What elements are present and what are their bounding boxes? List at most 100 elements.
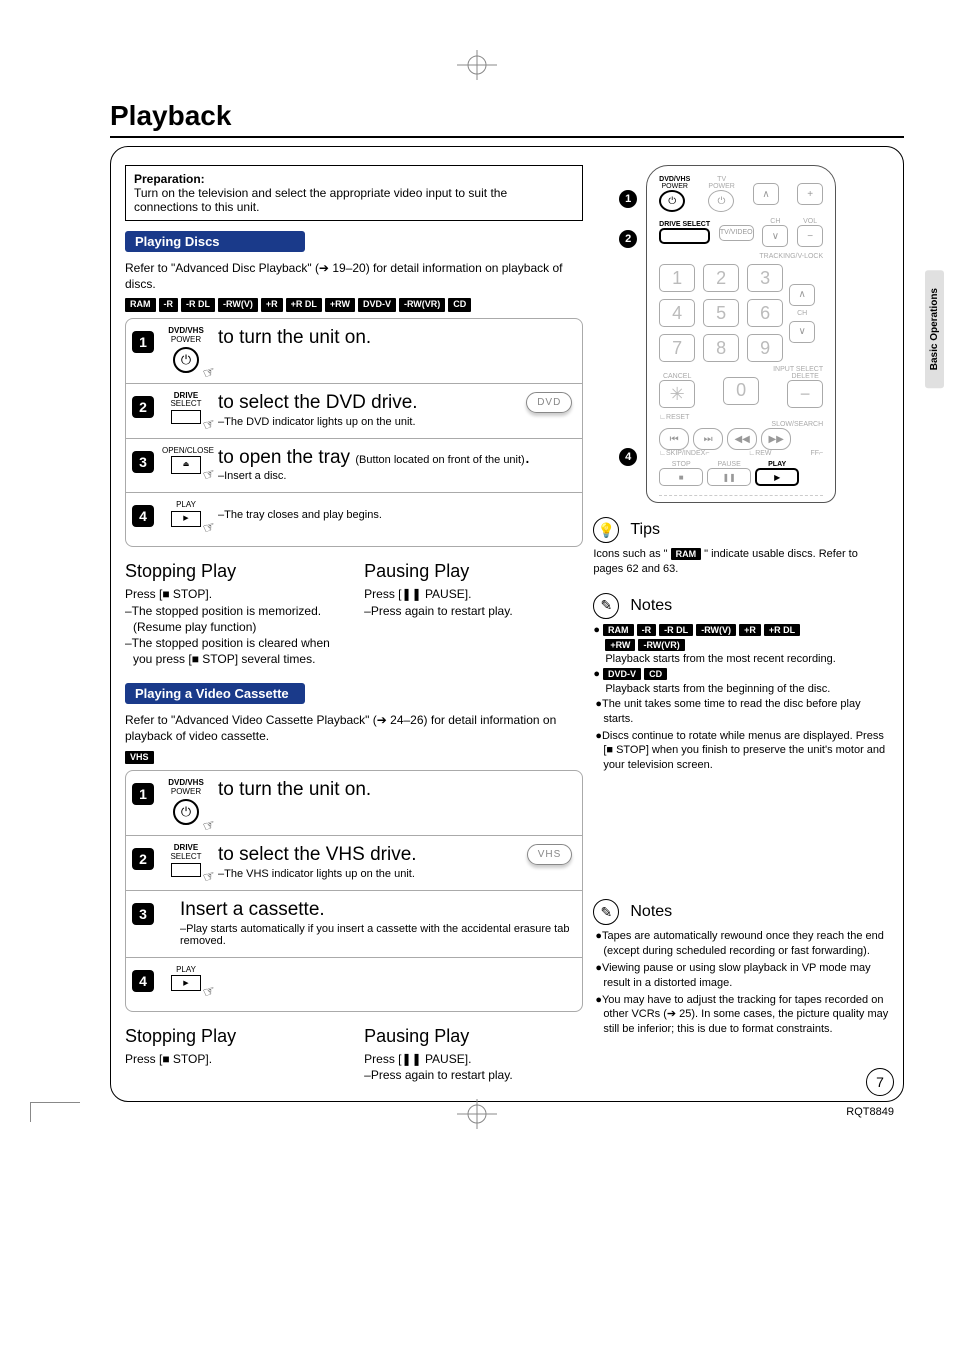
pencil-icon: ✎ [593,899,619,925]
remote-skip-back: ⏮ [659,428,689,450]
step-note-text: –The VHS indicator lights up on the unit… [218,868,519,880]
page-number: 7 [866,1068,894,1096]
step-action-text: to select the DVD drive. [218,392,518,414]
step-action-text: to turn the unit on. [218,327,572,349]
step-action-text: Insert a cassette. [180,899,572,921]
remote-num-3: 3 [747,264,783,292]
side-tab-basic-operations: Basic Operations [925,270,944,388]
chip-ram: RAM [125,298,156,312]
vhs-stopping-play: Stopping Play Press [■ STOP]. [125,1026,344,1083]
step-action-text: to turn the unit on. [218,779,572,801]
step-number-icon: 2 [132,848,154,870]
chip-dvd-v: DVD-V [358,298,396,312]
remote-num-5: 5 [703,299,739,327]
notes-section-1: ✎ Notes ● RAM -R -R DL -RW(V) +R +R DL +… [593,593,889,773]
remote-num-7: 7 [659,334,695,362]
remote-track-down: ∨ [789,321,815,343]
play-button-icon: PLAY ▶ ☞ [162,501,210,527]
remote-pause-button: ❚❚ [707,468,751,486]
preparation-heading: Preparation: [134,172,205,186]
crop-mark-icon [30,1102,80,1122]
disc-format-chips: RAM -R -R DL -RW(V) +R +R DL +RW DVD-V -… [125,298,583,312]
finger-press-icon: ☞ [201,816,218,835]
remote-num-4: 4 [659,299,695,327]
remote-num-8: 8 [703,334,739,362]
vhs-step-3: 3 Insert a cassette. –Play starts automa… [125,891,583,958]
step-note-text: –Play starts automatically if you insert… [180,923,572,947]
power-glyph-icon: ⏻ [173,347,199,373]
step-number-icon: 3 [132,451,154,473]
step-action-text: to select the VHS drive. [218,844,519,866]
preparation-text: Turn on the television and select the ap… [134,186,574,214]
step-number-icon: 3 [132,903,154,925]
remote-track-up: ∧ [789,284,815,306]
step-number-icon: 4 [132,505,154,527]
vhs-step-2: 2 DRIVE SELECT ☞ to select the VHS drive… [125,836,583,891]
vhs-step-4: 4 PLAY ▶ ☞ [125,958,583,1012]
pencil-icon: ✎ [593,593,619,619]
finger-press-icon: ☞ [201,518,218,537]
section-playing-cassette: Playing a Video Cassette [125,683,305,704]
remote-skip-fwd: ⏭ [693,428,723,450]
remote-num-6: 6 [747,299,783,327]
remote-cancel-button: ✳ [659,380,695,408]
discs-intro: Refer to "Advanced Disc Playback" (➔ 19–… [125,260,583,292]
chip-vhs: VHS [125,751,154,765]
step-action-text: to open the tray (Button located on fron… [218,447,572,469]
play-glyph-icon: ▶ [171,511,201,527]
vhs-format-chips: VHS [125,751,583,765]
remote-callout-4: 4 [619,448,637,466]
drive-select-button-icon [171,863,201,877]
remote-vol-down-button: − [797,225,823,247]
drive-select-button-icon [171,410,201,424]
remote-vol-up-button: + [797,183,823,205]
remote-ch-up-button: ∧ [753,183,779,205]
remote-drive-select-button [659,228,710,244]
vhs-pausing-play: Pausing Play Press [❚❚ PAUSE]. –Press ag… [364,1026,583,1083]
vhs-indicator-pill: VHS [527,844,573,865]
remote-diagram: 1 2 4 DVD/VHS POWER ⏻ TV POWER ⏻ ∧ + [646,165,836,503]
dvd-indicator-pill: DVD [526,392,572,413]
finger-press-icon: ☞ [201,364,218,383]
step-note-text: –The DVD indicator lights up on the unit… [218,416,518,428]
remote-num-0: 0 [723,377,759,405]
remote-stop-button: ■ [659,468,703,486]
content-frame: Preparation: Turn on the television and … [110,146,904,1102]
finger-press-icon: ☞ [201,465,218,484]
step-note-text: –The tray closes and play begins. [218,509,572,521]
preparation-box: Preparation: Turn on the television and … [125,165,583,221]
drive-select-icon: DRIVE SELECT ☞ [162,844,210,877]
finger-press-icon: ☞ [201,415,218,434]
chip-+rw: +RW [325,298,355,312]
finger-press-icon: ☞ [201,982,218,1001]
play-glyph-icon: ▶ [171,975,201,991]
disc-step-3: 3 OPEN/CLOSE ⏏ ☞ to open the tray (Butto… [125,439,583,494]
power-glyph-icon: ⏻ [173,799,199,825]
chip-ram-example: RAM [671,548,702,560]
discs-stopping-play: Stopping Play Press [■ STOP]. –The stopp… [125,561,344,667]
chip--rw-v: -RW(V) [218,298,258,312]
section-playing-discs: Playing Discs [125,231,305,252]
remote-num-1: 1 [659,264,695,292]
discs-pausing-play: Pausing Play Press [❚❚ PAUSE]. –Press ag… [364,561,583,667]
chip--rw-vr: -RW(VR) [399,298,445,312]
chip-+r-dl: +R DL [286,298,322,312]
remote-power-button: ⏻ [659,190,685,212]
vhs-step-1: 1 DVD/VHS POWER ⏻ ☞ to turn the unit on. [125,770,583,836]
play-button-icon: PLAY ▶ ☞ [162,966,210,992]
remote-ch-down-button: ∨ [762,225,788,247]
power-button-icon: DVD/VHS POWER ⏻ ☞ [162,779,210,825]
remote-rew: ◀◀ [727,428,757,450]
chip-cd: CD [448,298,471,312]
power-button-icon: DVD/VHS POWER ⏻ ☞ [162,327,210,373]
remote-tv-power-button: ⏻ [708,190,734,212]
chip--r: -R [159,298,179,312]
registration-mark-bottom [457,1099,497,1134]
eject-button-icon: ⏏ [171,456,201,474]
tips-section: 💡 Tips Icons such as " RAM " indicate us… [593,517,889,577]
step-number-icon: 2 [132,396,154,418]
chip--r-dl: -R DL [181,298,215,312]
open-close-icon: OPEN/CLOSE ⏏ ☞ [162,447,210,475]
drive-select-icon: DRIVE SELECT ☞ [162,392,210,425]
remote-play-button: ▶ [755,468,799,486]
